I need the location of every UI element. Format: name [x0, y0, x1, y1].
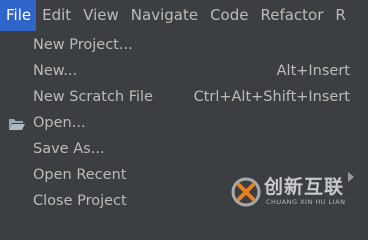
menu-file-label: File [6, 6, 32, 24]
menu-item-label: New... [33, 63, 78, 79]
menu-edit[interactable]: Edit [36, 0, 77, 31]
menu-item-label: New Project... [33, 37, 133, 53]
watermark-logo-icon [231, 177, 261, 207]
menu-item-new[interactable]: New... Alt+Insert [0, 59, 368, 85]
folder-icon [8, 116, 26, 132]
watermark-text: 创新互联 [264, 176, 345, 198]
menu-refactor[interactable]: Refactor [254, 0, 329, 31]
menu-item-label: Save As... [33, 141, 105, 157]
menu-item-label: New Scratch File [33, 89, 153, 105]
menu-view-label: View [83, 6, 119, 24]
menu-item-shortcut: Ctrl+Alt+Shift+Insert [193, 89, 350, 105]
menu-item-label: Close Project [33, 193, 127, 209]
watermark-logo: 创新互联 CHUANG XIN HU LIAN [226, 168, 368, 220]
menu-code[interactable]: Code [204, 0, 254, 31]
menu-item-new-scratch-file[interactable]: New Scratch File Ctrl+Alt+Shift+Insert [0, 85, 368, 111]
menu-item-new-project[interactable]: New Project... [0, 33, 368, 59]
menu-navigate[interactable]: Navigate [125, 0, 204, 31]
menu-item-label: Open... [33, 115, 86, 131]
menu-view[interactable]: View [77, 0, 125, 31]
menu-navigate-label: Navigate [130, 6, 199, 24]
menu-item-label: Open Recent [33, 167, 127, 183]
ide-window: File Edit View Navigate Code Refactor R … [0, 0, 368, 220]
menu-item-save-as[interactable]: Save As... [0, 137, 368, 163]
menu-item-open[interactable]: Open... [0, 111, 368, 137]
menu-edit-label: Edit [42, 6, 72, 24]
menu-run-partial[interactable]: R [329, 0, 351, 31]
menu-run-partial-label: R [335, 6, 346, 24]
menu-item-shortcut: Alt+Insert [276, 63, 350, 79]
menu-bar: File Edit View Navigate Code Refactor R [0, 0, 368, 31]
menu-refactor-label: Refactor [260, 6, 324, 24]
menu-code-label: Code [210, 6, 249, 24]
watermark-subtext: CHUANG XIN HU LIAN [266, 198, 346, 206]
menu-file[interactable]: File [0, 0, 37, 31]
